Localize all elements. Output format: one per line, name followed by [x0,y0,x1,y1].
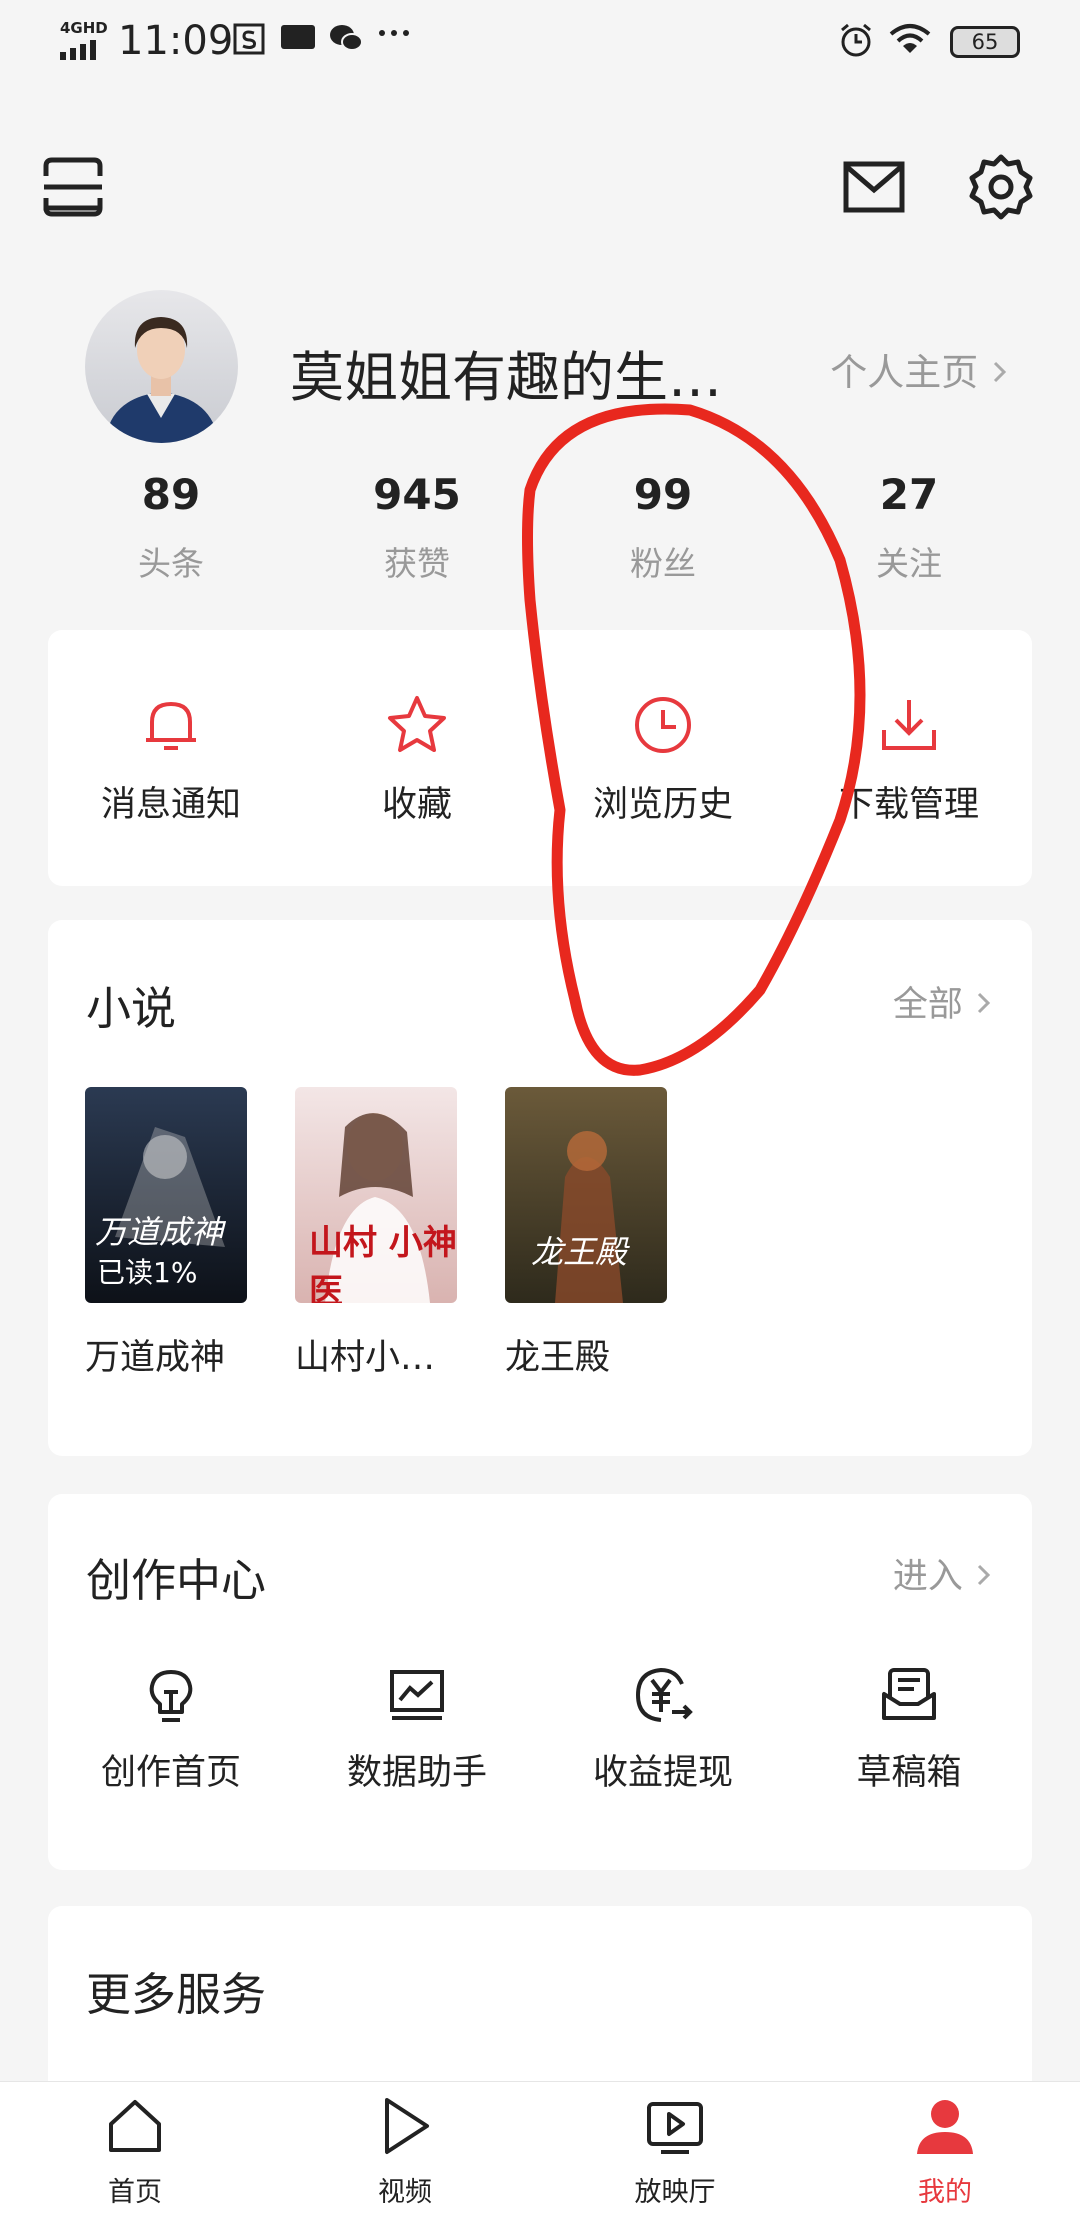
stat-following[interactable]: 27 关注 [786,470,1032,585]
quick-action-label: 消息通知 [100,785,241,825]
person-icon [913,2094,977,2162]
chevron-right-icon [974,985,994,1025]
tv-play-icon [643,2094,707,2162]
stat-label: 头条 [138,544,204,583]
earnings-withdraw-item[interactable]: 收益提现 [540,1664,786,1795]
play-icon [373,2094,437,2162]
book-cover: 万道成神 已读1% [85,1087,247,1303]
creation-center-card: 创作中心 进入 创作首页 数据助手 收益提现 草稿箱 [48,1494,1032,1870]
bottom-tab-bar: 首页 视频 放映厅 我的 [0,2081,1080,2214]
quick-action-label: 收藏 [381,785,452,825]
tab-label: 首页 [108,2177,162,2208]
data-assistant-item[interactable]: 数据助手 [294,1664,540,1795]
creation-center-title: 创作中心 [86,1554,267,1607]
more-notifications-icon [376,18,412,55]
profile-stats: 89 头条 945 获赞 99 粉丝 27 关注 [48,470,1032,585]
signal-icon [60,40,96,60]
stat-label: 粉丝 [630,544,696,583]
creation-center-enter-link[interactable]: 进入 [893,1548,994,1599]
mail-icon[interactable] [838,152,908,222]
book-item[interactable]: 龙王殿 龙王殿 [505,1087,667,1380]
creation-home-item[interactable]: 创作首页 [48,1664,294,1795]
tab-label: 放映厅 [634,2177,716,2208]
alarm-icon [838,22,874,65]
wifi-icon [888,22,932,63]
creation-center-enter-label: 进入 [892,1557,963,1597]
quick-actions-card: 消息通知 收藏 浏览历史 下载管理 [48,630,1032,886]
tab-label: 视频 [378,2177,432,2208]
draft-box-item[interactable]: 草稿箱 [786,1664,1032,1795]
download-icon [876,692,942,762]
clock-icon [630,692,696,762]
clock-time: 11:09 [118,18,234,64]
quick-action-history[interactable]: 浏览历史 [540,692,786,827]
novels-all-link[interactable]: 全部 [893,976,994,1027]
tab-mine[interactable]: 我的 [810,2082,1080,2214]
home-icon [103,2094,167,2162]
wechat-icon [328,22,364,61]
book-cover-text: 山村 小神医 [309,1223,457,1303]
stat-value: 27 [879,470,939,519]
stat-value: 99 [633,470,693,519]
quick-action-favorites[interactable]: 收藏 [294,692,540,827]
novels-all-label: 全部 [892,985,963,1025]
quick-action-label: 下载管理 [838,785,979,825]
more-services-title: 更多服务 [86,1968,267,2021]
book-cover-text: 龙王殿 [531,1233,628,1271]
lightbulb-icon [140,1664,202,1730]
book-cover: 山村 小神医 [295,1087,457,1303]
chevron-right-icon [974,1557,994,1597]
profile-name[interactable]: 莫姐姐有趣的生… [290,333,750,412]
personal-homepage-link[interactable]: 个人主页 [830,342,1010,396]
network-type: 4GHD [60,19,108,37]
chart-icon [386,1664,448,1730]
book-title: 山村小… [295,1338,436,1378]
stat-value: 89 [141,470,201,519]
stat-value: 945 [373,470,461,519]
quick-action-downloads[interactable]: 下载管理 [786,692,1032,827]
star-icon [384,692,450,762]
homepage-label: 个人主页 [830,351,979,394]
tab-cinema[interactable]: 放映厅 [540,2082,810,2214]
draft-box-icon [878,1664,940,1730]
settings-gear-icon[interactable] [966,152,1036,222]
creation-item-label: 草稿箱 [856,1753,962,1793]
quick-action-label: 浏览历史 [592,785,733,825]
quick-action-notifications[interactable]: 消息通知 [48,692,294,827]
stat-likes[interactable]: 945 获赞 [294,470,540,585]
notification-s-icon [232,22,266,63]
read-progress-badge: 已读1% [97,1256,198,1289]
book-title: 龙王殿 [505,1338,611,1378]
yen-icon [632,1664,694,1730]
stat-toutiao[interactable]: 89 头条 [48,470,294,585]
stat-label: 获赞 [384,544,450,583]
book-item[interactable]: 山村 小神医 山村小… [295,1087,457,1380]
creation-item-label: 创作首页 [100,1753,241,1793]
scan-icon[interactable] [38,152,108,222]
stat-fans[interactable]: 99 粉丝 [540,470,786,585]
battery-icon: 65 [950,26,1020,58]
book-cover-text: 万道成神 [95,1213,224,1251]
tab-video[interactable]: 视频 [270,2082,540,2214]
chevron-right-icon [990,351,1010,394]
novels-title: 小说 [86,982,177,1035]
book-item[interactable]: 万道成神 已读1% 万道成神 [85,1087,247,1380]
more-services-card: 更多服务 [48,1906,1032,2106]
creation-item-label: 数据助手 [346,1753,487,1793]
tab-home[interactable]: 首页 [0,2082,270,2214]
book-cover: 龙王殿 [505,1087,667,1303]
toutiao-notification-icon [280,22,316,59]
creation-item-label: 收益提现 [592,1753,733,1793]
book-title: 万道成神 [85,1338,226,1378]
tab-label: 我的 [918,2177,972,2208]
stat-label: 关注 [876,544,942,583]
bell-icon [138,692,204,762]
avatar[interactable] [85,290,238,443]
status-bar: 4GHD 11:09 65 [0,0,1080,90]
